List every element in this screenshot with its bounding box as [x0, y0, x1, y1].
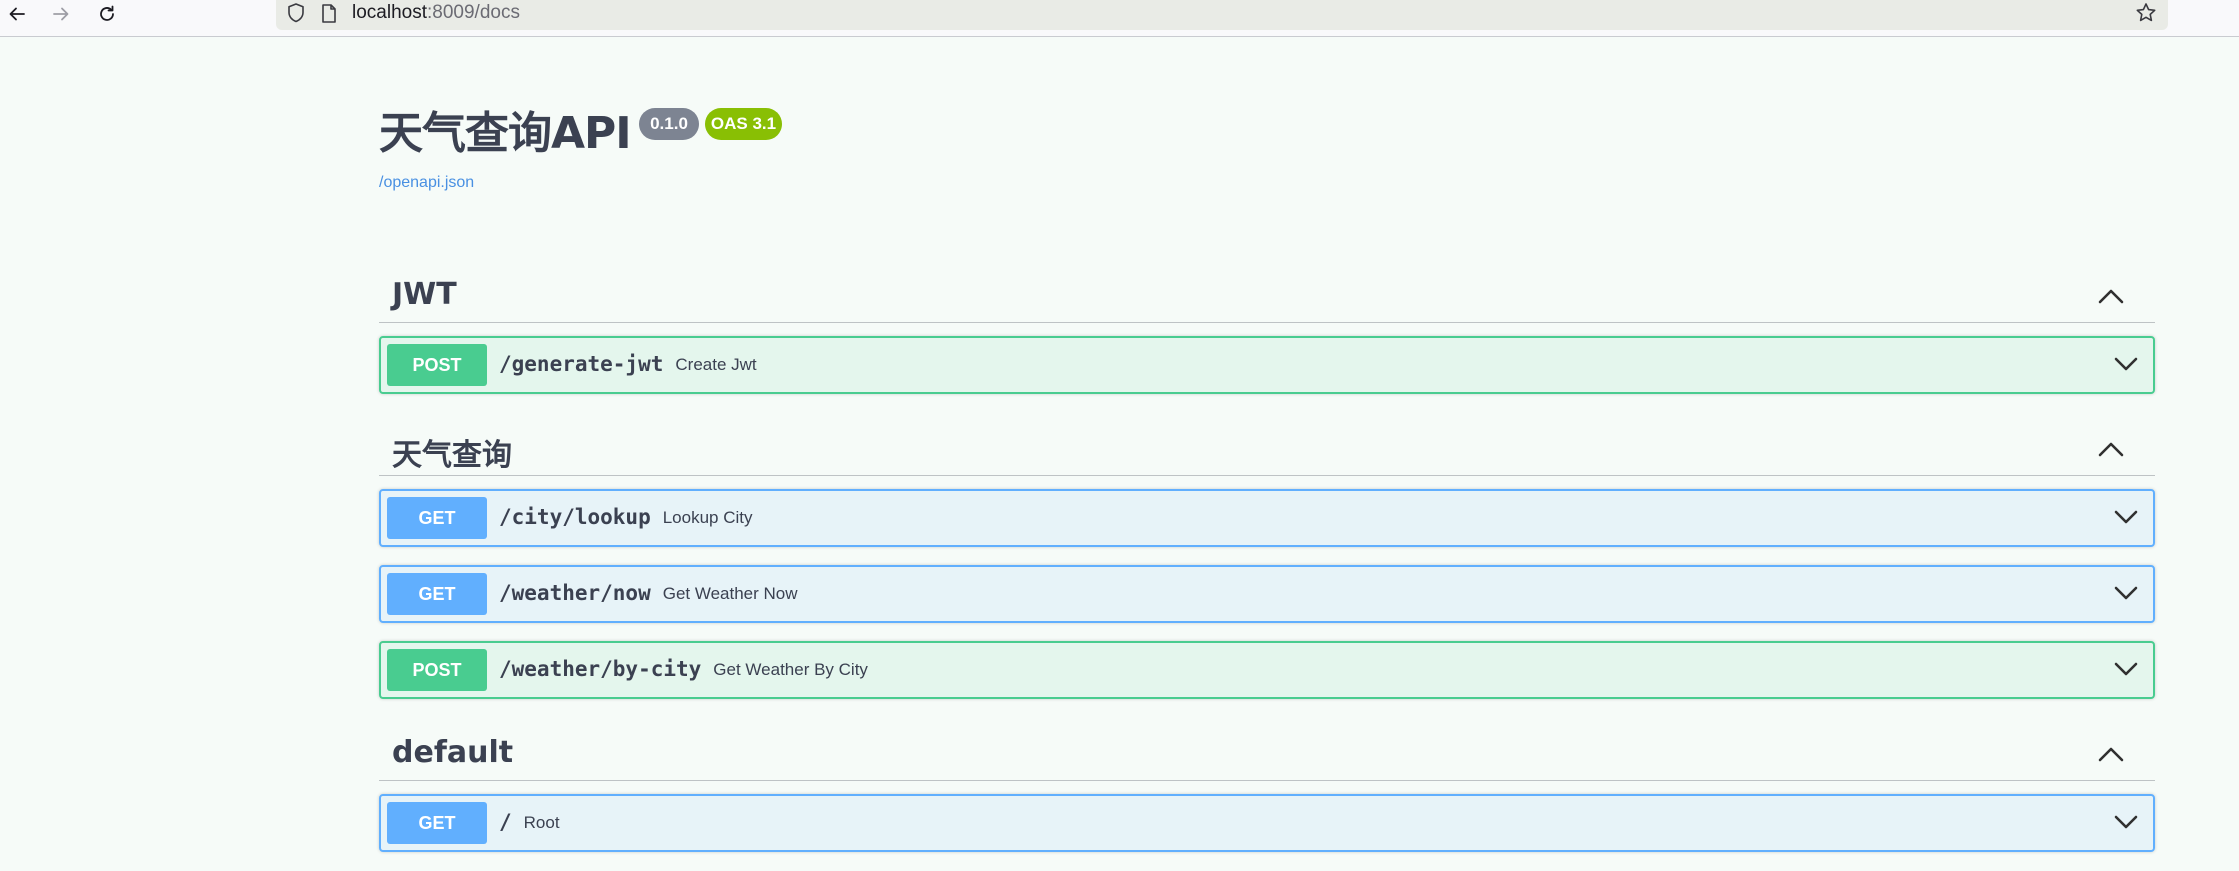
operation-get-city-lookup[interactable]: GET /city/lookup Lookup City — [379, 489, 2155, 547]
chevron-down-icon[interactable] — [2113, 584, 2139, 602]
page-icon[interactable] — [320, 3, 338, 25]
url-host: localhost — [352, 2, 427, 23]
operation-post-generate-jwt[interactable]: POST /generate-jwt Create Jwt — [379, 336, 2155, 394]
method-badge: GET — [387, 802, 487, 844]
operation-get-root[interactable]: GET / Root — [379, 794, 2155, 852]
tag-name: JWT — [392, 277, 457, 312]
method-badge: POST — [387, 344, 487, 386]
shield-icon[interactable] — [286, 2, 306, 24]
chevron-down-icon[interactable] — [2113, 813, 2139, 831]
info-section: 天气查询API — [379, 107, 632, 161]
url-path: :8009/docs — [427, 2, 520, 23]
url-text[interactable]: localhost:8009/docs — [352, 2, 520, 24]
page-title: 天气查询API — [379, 108, 632, 159]
operation-path: /generate-jwt Create Jwt — [499, 352, 757, 376]
method-badge: GET — [387, 497, 487, 539]
arrow-right-icon — [53, 7, 69, 21]
operation-path: /weather/now Get Weather Now — [499, 581, 798, 605]
tag-header-default[interactable]: default — [379, 727, 2155, 781]
reload-icon — [100, 5, 114, 21]
path-text: /city/lookup — [499, 505, 651, 529]
operation-summary: Get Weather By City — [713, 660, 868, 679]
operation-path: / Root — [499, 810, 560, 834]
path-text: / — [499, 810, 512, 834]
arrow-left-icon — [9, 7, 25, 21]
forward-button[interactable] — [46, 0, 76, 28]
browser-toolbar: localhost:8009/docs — [0, 0, 2239, 37]
method-badge: GET — [387, 573, 487, 615]
operation-summary: Lookup City — [662, 508, 753, 527]
address-bar[interactable]: localhost:8009/docs — [276, 0, 2168, 30]
operation-path: /weather/by-city Get Weather By City — [499, 657, 868, 681]
chevron-down-icon[interactable] — [2113, 508, 2139, 526]
tag-name: 天气查询 — [392, 438, 512, 473]
method-badge: POST — [387, 649, 487, 691]
chevron-up-icon[interactable] — [2097, 745, 2125, 763]
star-icon[interactable] — [2134, 1, 2158, 25]
chevron-down-icon[interactable] — [2113, 660, 2139, 678]
back-button[interactable] — [2, 0, 32, 28]
tag-header-weather[interactable]: 天气查询 — [379, 422, 2155, 476]
operation-path: /city/lookup Lookup City — [499, 505, 753, 529]
version-badge: 0.1.0 — [639, 108, 699, 140]
reload-button[interactable] — [92, 0, 122, 28]
operation-summary: Create Jwt — [675, 355, 757, 374]
chevron-up-icon[interactable] — [2097, 440, 2125, 458]
operation-post-weather-by-city[interactable]: POST /weather/by-city Get Weather By City — [379, 641, 2155, 699]
operation-summary: Root — [523, 813, 560, 832]
tag-name: default — [392, 735, 514, 770]
openapi-json-link[interactable]: /openapi.json — [379, 174, 474, 192]
chevron-down-icon[interactable] — [2113, 355, 2139, 373]
path-text: /generate-jwt — [499, 352, 664, 376]
chevron-up-icon[interactable] — [2097, 287, 2125, 305]
tag-header-jwt[interactable]: JWT — [379, 269, 2155, 323]
operation-summary: Get Weather Now — [662, 584, 798, 603]
path-text: /weather/by-city — [499, 657, 702, 681]
path-text: /weather/now — [499, 581, 651, 605]
oas-badge: OAS 3.1 — [705, 108, 782, 140]
operation-get-weather-now[interactable]: GET /weather/now Get Weather Now — [379, 565, 2155, 623]
